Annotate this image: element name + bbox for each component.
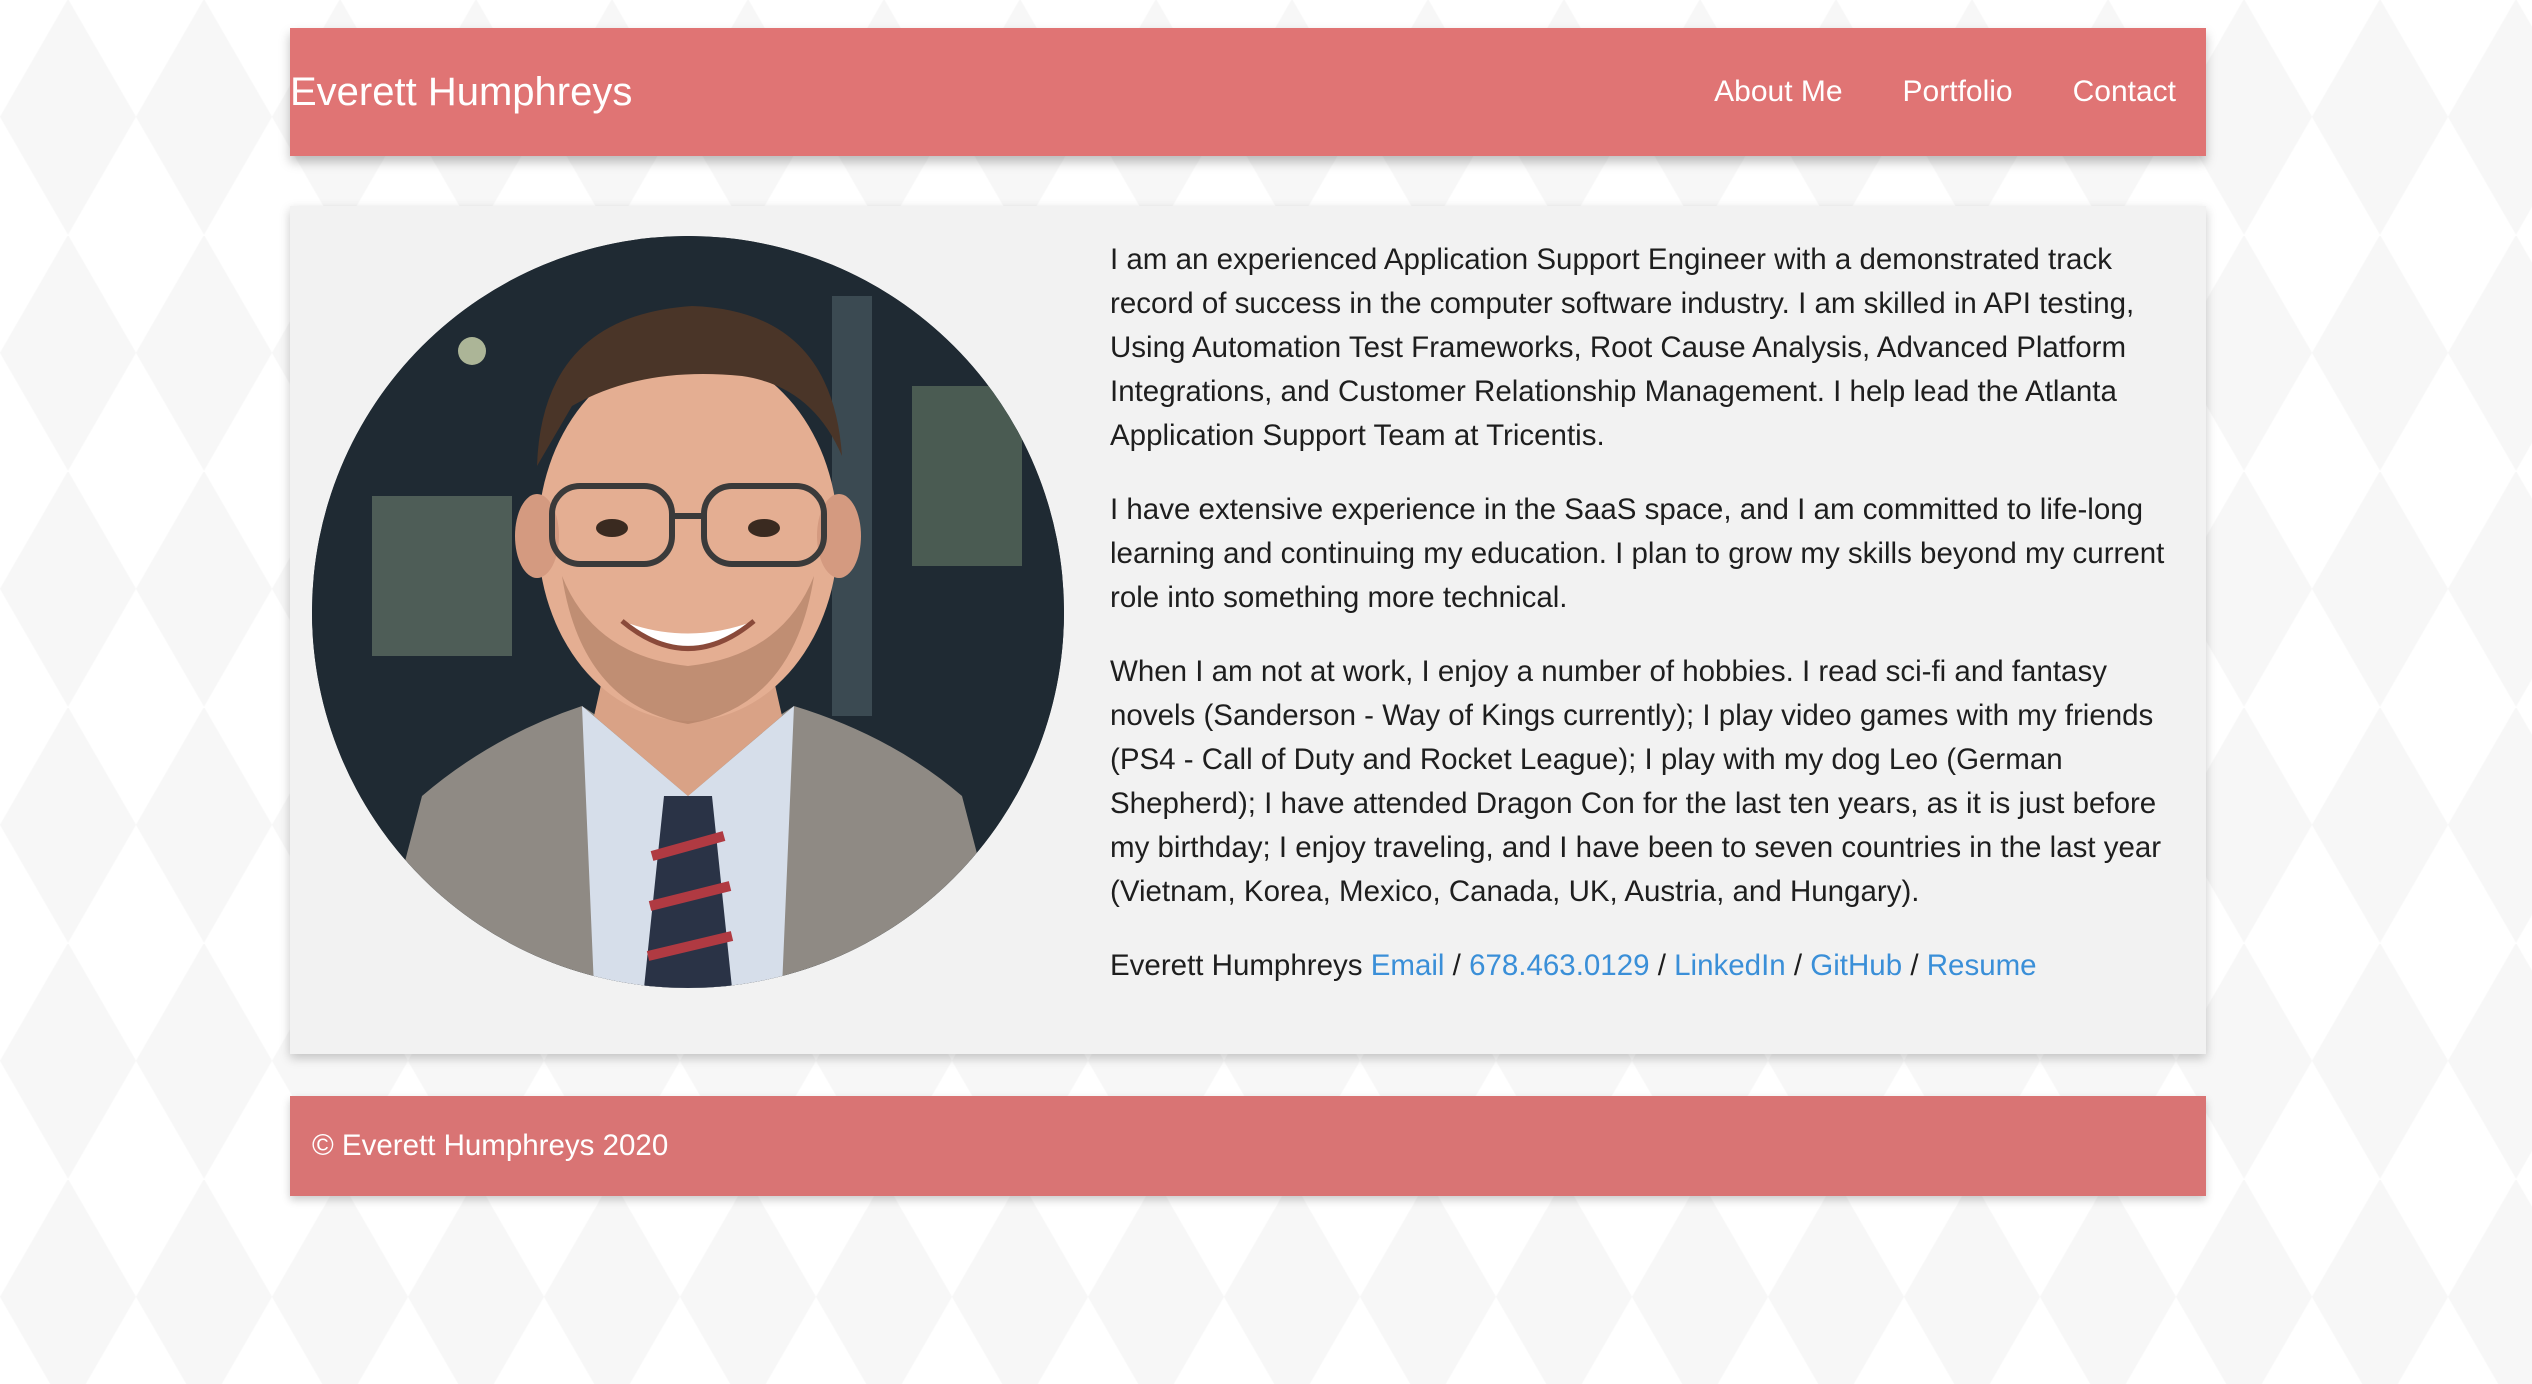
about-card: I am an experienced Application Support …	[290, 206, 2206, 1054]
nav-portfolio[interactable]: Portfolio	[1903, 75, 2013, 109]
nav-contact[interactable]: Contact	[2073, 75, 2176, 109]
nav-about-me[interactable]: About Me	[1714, 75, 1842, 109]
top-navbar: Everett Humphreys About Me Portfolio Con…	[290, 28, 2206, 156]
separator: /	[1793, 949, 1803, 982]
separator: /	[1910, 949, 1919, 982]
bio-paragraph: I have extensive experience in the SaaS …	[1110, 493, 2165, 614]
brand-link[interactable]: Everett Humphreys	[290, 28, 632, 156]
profile-photo	[312, 236, 1064, 988]
page-footer: © Everett Humphreys 2020	[290, 1096, 2206, 1196]
separator: /	[1657, 949, 1666, 982]
nav-links: About Me Portfolio Contact	[1714, 28, 2176, 156]
contact-line: Everett Humphreys Email / 678.463.0129 /…	[1110, 944, 2185, 988]
phone-link[interactable]: 678.463.0129	[1469, 949, 1649, 982]
contact-name: Everett Humphreys	[1110, 949, 1363, 982]
bio-paragraph: I am an experienced Application Support …	[1110, 243, 2135, 452]
github-link[interactable]: GitHub	[1810, 949, 1902, 982]
email-link[interactable]: Email	[1371, 949, 1445, 982]
linkedin-link[interactable]: LinkedIn	[1674, 949, 1786, 982]
separator: /	[1452, 949, 1461, 982]
resume-link[interactable]: Resume	[1927, 949, 2037, 982]
bio-paragraph: When I am not at work, I enjoy a number …	[1110, 655, 2162, 908]
bio-text: I am an experienced Application Support …	[1110, 238, 2185, 1018]
copyright-text: © Everett Humphreys 2020	[312, 1129, 669, 1162]
